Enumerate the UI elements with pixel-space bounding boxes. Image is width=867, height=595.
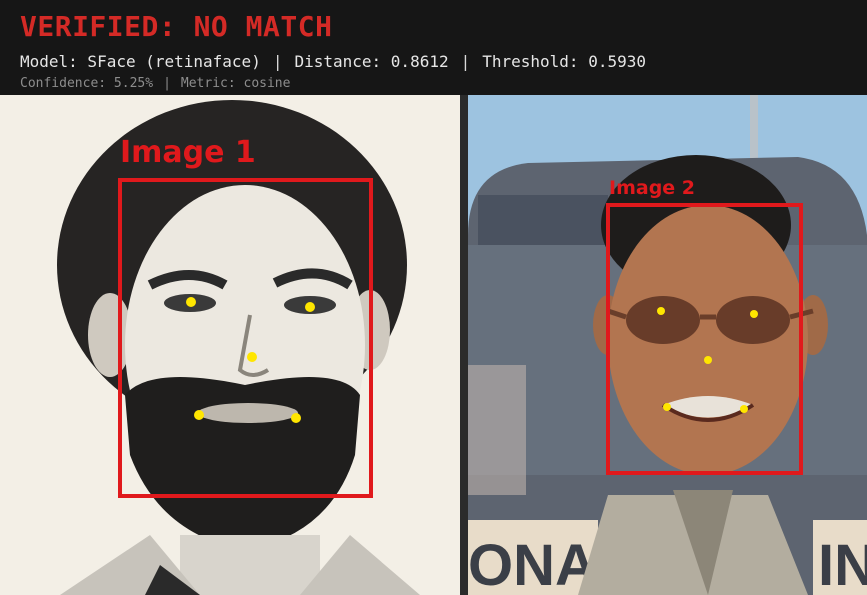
image-1-panel: Image 1 [0, 95, 460, 595]
image-2-photo: ONAL IN [468, 95, 867, 595]
landmark-mouth-right [740, 405, 748, 413]
metric-value: Metric: cosine [180, 76, 291, 91]
metrics-line: Model: SFace (retinaface) | Distance: 0.86… [20, 52, 646, 71]
threshold-value: Threshold: 0.5930 [482, 52, 646, 71]
landmark-mouth-left [194, 410, 204, 420]
separator: | [272, 52, 283, 71]
landmark-nose [247, 352, 257, 362]
image-1-label: Image 1 [120, 135, 256, 170]
separator: | [460, 52, 471, 71]
landmark-right-eye [750, 310, 758, 318]
image-1-photo [0, 95, 460, 595]
panel-divider [460, 95, 468, 595]
landmark-right-eye [305, 302, 315, 312]
verdict-title: VERIFIED: NO MATCH [20, 10, 333, 43]
landmark-mouth-left [663, 403, 671, 411]
confidence-value: Confidence: 5.25% [20, 76, 154, 91]
image-2-panel: ONAL IN Image 2 [468, 95, 867, 595]
model-info: Model: SFace (retinaface) [20, 52, 261, 71]
details-line: Confidence: 5.25% | Metric: cosine [20, 76, 290, 91]
image-2-label: Image 2 [609, 177, 696, 199]
landmark-mouth-right [291, 413, 301, 423]
landmark-left-eye [186, 297, 196, 307]
landmark-left-eye [657, 307, 665, 315]
face-verification-view: VERIFIED: NO MATCH Model: SFace (retinaf… [0, 0, 867, 595]
distance-value: Distance: 0.8612 [294, 52, 449, 71]
landmark-nose [704, 356, 712, 364]
sign-text-right: IN [818, 533, 867, 595]
result-header: VERIFIED: NO MATCH Model: SFace (retinaf… [0, 0, 867, 95]
separator: | [163, 76, 171, 91]
